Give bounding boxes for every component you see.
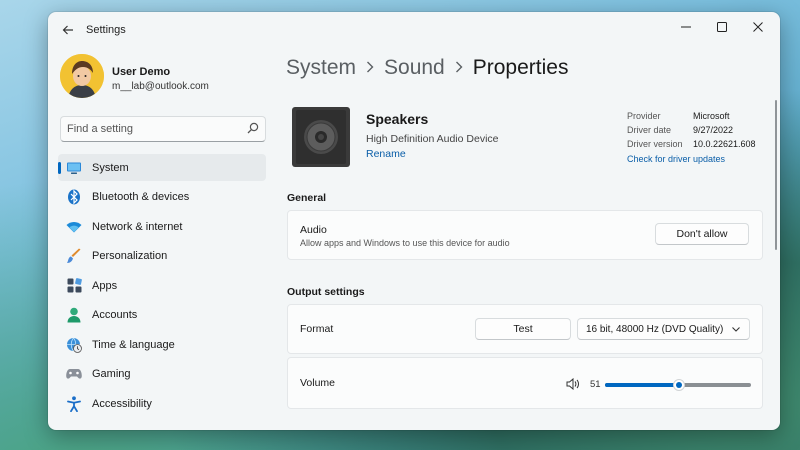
sidebar-item-label: Time & language (92, 338, 175, 351)
driver-date-label: Driver date (627, 125, 672, 135)
speaker-volume-icon[interactable] (566, 377, 580, 395)
format-card: Format Test 16 bit, 48000 Hz (DVD Qualit… (287, 304, 763, 354)
provider-value: Microsoft (693, 111, 730, 121)
chevron-right-icon (455, 60, 463, 76)
apps-icon (66, 278, 82, 294)
breadcrumb-sound[interactable]: Sound (384, 56, 445, 80)
driver-version-value: 10.0.22621.608 (693, 139, 756, 149)
globe-clock-icon (66, 337, 82, 353)
page-title: Properties (472, 56, 569, 79)
brush-icon (66, 248, 82, 264)
sidebar-item-network[interactable]: Network & internet (58, 213, 266, 240)
volume-label: Volume (300, 377, 336, 389)
user-email: m__lab@outlook.com (112, 81, 209, 92)
scrollbar[interactable] (775, 100, 777, 250)
sidebar-item-label: Network & internet (92, 220, 183, 233)
dont-allow-button[interactable]: Don't allow (655, 223, 749, 245)
person-icon (66, 307, 82, 323)
provider-label: Provider (627, 111, 661, 121)
audio-card: Audio Allow apps and Windows to use this… (287, 210, 763, 260)
sidebar-item-bluetooth[interactable]: Bluetooth & devices (58, 184, 266, 211)
settings-window: Settings User Demo m__lab@outlook.com Fi… (48, 12, 780, 430)
monitor-icon (66, 160, 82, 176)
sidebar-item-time-language[interactable]: Time & language (58, 331, 266, 358)
format-dropdown-value: 16 bit, 48000 Hz (DVD Quality) (586, 323, 724, 335)
driver-date-value: 9/27/2022 (693, 125, 734, 135)
maximize-icon (717, 22, 727, 32)
sidebar-item-label: Gaming (92, 368, 131, 380)
bluetooth-icon (66, 189, 82, 205)
wifi-icon (66, 219, 82, 235)
output-section-title: Output settings (287, 286, 365, 298)
sidebar-item-label: Bluetooth & devices (92, 191, 190, 203)
sidebar-item-label: Accounts (92, 309, 138, 321)
format-label: Format (300, 323, 334, 335)
sidebar-item-label: Personalization (92, 250, 168, 262)
device-description: High Definition Audio Device (366, 133, 499, 145)
volume-card: Volume 51 (287, 357, 763, 409)
sidebar-item-accounts[interactable]: Accounts (58, 302, 266, 329)
avatar (60, 54, 104, 98)
sidebar-item-gaming[interactable]: Gaming (58, 361, 266, 388)
volume-slider[interactable] (605, 379, 751, 391)
chevron-down-icon (731, 324, 741, 337)
back-button[interactable] (56, 20, 80, 40)
title-bar: Settings (48, 12, 780, 48)
back-arrow-icon (62, 25, 73, 35)
maximize-button[interactable] (704, 12, 740, 42)
avatar-image (60, 54, 104, 98)
user-name: User Demo (112, 66, 171, 78)
volume-slider-fill (605, 383, 680, 387)
breadcrumb-system[interactable]: System (286, 56, 356, 80)
close-button[interactable] (740, 12, 776, 42)
rename-link[interactable]: Rename (366, 148, 406, 160)
audio-description: Allow apps and Windows to use this devic… (300, 238, 510, 248)
speaker-icon (292, 107, 350, 167)
audio-label: Audio (300, 224, 327, 236)
test-button[interactable]: Test (475, 318, 571, 340)
close-icon (753, 22, 763, 32)
driver-info: Provider Microsoft Driver date 9/27/2022 D… (627, 111, 777, 164)
device-header: Speakers High Definition Audio Device Re… (292, 107, 762, 173)
minimize-button[interactable] (668, 12, 704, 42)
volume-value: 51 (590, 379, 601, 390)
breadcrumb: System Sound Properties (286, 56, 568, 80)
sidebar-item-system[interactable]: System (58, 154, 266, 181)
sidebar-item-label: Accessibility (92, 397, 152, 410)
driver-version-label: Driver version (627, 139, 683, 149)
user-profile[interactable]: User Demo m__lab@outlook.com (60, 54, 280, 102)
sidebar-item-accessibility[interactable]: Accessibility (58, 390, 266, 417)
accessibility-icon (66, 395, 82, 412)
app-title: Settings (86, 24, 126, 36)
chevron-right-icon (366, 60, 374, 76)
search-box[interactable] (60, 116, 266, 142)
minimize-icon (681, 26, 691, 28)
sidebar-item-personalization[interactable]: Personalization (58, 243, 266, 270)
gamepad-icon (66, 366, 82, 382)
sidebar-item-label: System (92, 161, 129, 174)
sidebar-item-apps[interactable]: Apps (58, 272, 266, 299)
general-section-title: General (287, 192, 327, 204)
check-driver-updates-link[interactable]: Check for driver updates (627, 154, 777, 164)
search-icon[interactable] (247, 121, 259, 139)
device-name: Speakers (366, 111, 429, 127)
search-input[interactable] (61, 122, 239, 136)
format-dropdown[interactable]: 16 bit, 48000 Hz (DVD Quality) (577, 318, 750, 340)
sidebar-nav: System Bluetooth & devices Network & int… (58, 154, 266, 420)
volume-slider-thumb[interactable] (673, 379, 686, 391)
sidebar-item-label: Apps (92, 279, 118, 292)
